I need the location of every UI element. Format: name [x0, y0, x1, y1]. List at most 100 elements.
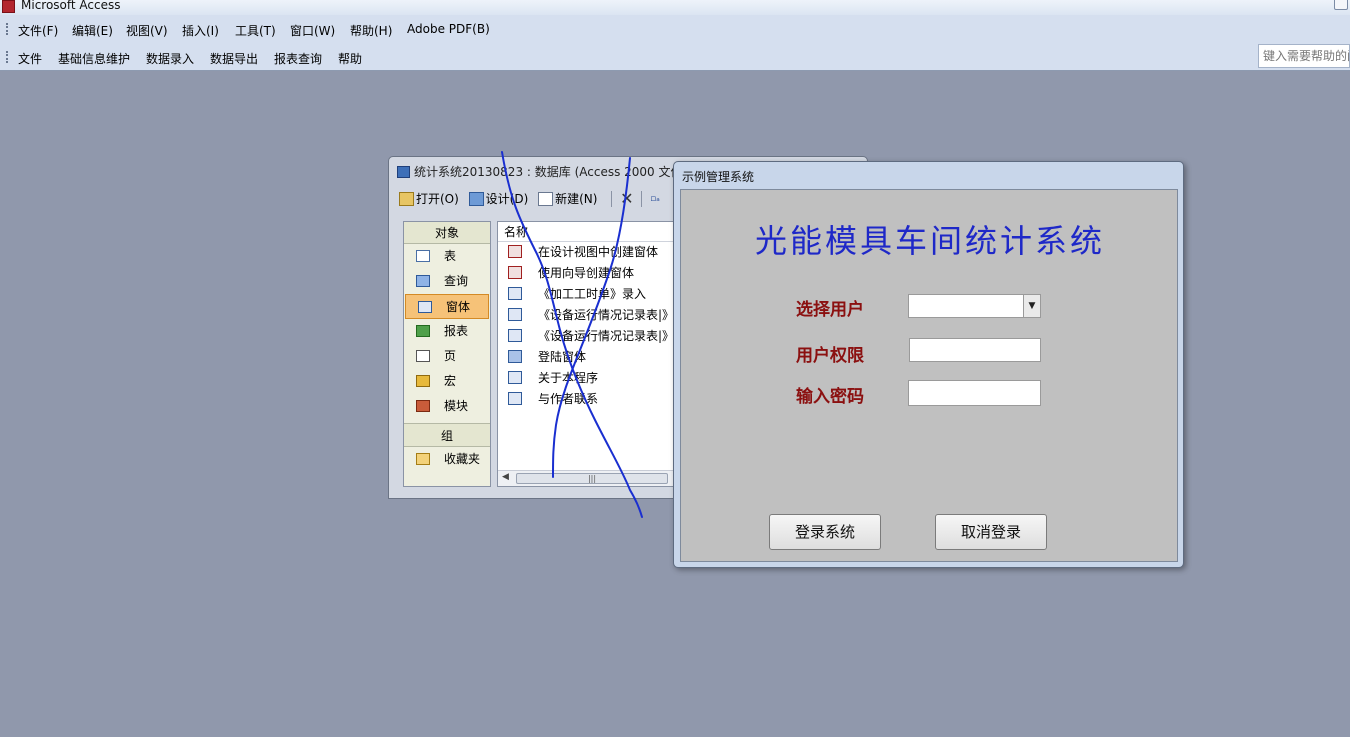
cancel-login-button[interactable]: 取消登录 [935, 514, 1047, 550]
new-button-label: 新建(N) [555, 192, 598, 206]
objects-panel: 对象 表 查询 窗体 报表 页 宏 模块 组 收藏夹 [403, 221, 491, 487]
list-item-label: 《设备运行情况记录表|》录 [538, 329, 687, 343]
login-dialog: 示例管理系统 光能模具车间统计系统 选择用户 ▼ 用户权限 输入密码 登录系统 … [673, 161, 1184, 568]
list-item[interactable]: 在设计视图中创建窗体 [498, 242, 696, 263]
menu-window[interactable]: 窗口(W) [290, 22, 335, 39]
table-icon [416, 250, 430, 262]
objects-header[interactable]: 对象 [404, 222, 490, 244]
object-item-label: 报表 [444, 324, 469, 338]
database-window-title: 统计系统20130823 : 数据库 (Access 2000 文件 [397, 163, 683, 181]
list-header-name[interactable]: 名称 [498, 222, 696, 242]
menu-adobe-pdf[interactable]: Adobe PDF(B) [407, 22, 490, 36]
menu-edit[interactable]: 编辑(E) [72, 22, 113, 39]
horizontal-scrollbar[interactable]: ◀ ||| [498, 470, 696, 486]
open-button-label: 打开(O) [416, 192, 459, 206]
open-button[interactable]: 打开(O) [399, 190, 459, 207]
menu-view[interactable]: 视图(V) [126, 22, 168, 39]
list-item[interactable]: 《加工工时单》录入 [498, 284, 696, 305]
list-item-label: 使用向导创建窗体 [538, 266, 635, 280]
object-item-label: 页 [444, 349, 457, 363]
login-dialog-body: 光能模具车间统计系统 选择用户 ▼ 用户权限 输入密码 登录系统 取消登录 [680, 189, 1178, 562]
object-item-module[interactable]: 模块 [404, 394, 490, 419]
delete-icon[interactable]: ✕ [620, 189, 633, 208]
database-toolbar: 打开(O) 设计(D) 新建(N) ✕ ▫ₐ [399, 189, 666, 213]
window-control-button[interactable] [1334, 0, 1348, 10]
menu-tools[interactable]: 工具(T) [235, 22, 276, 39]
login-dialog-title: 示例管理系统 [682, 170, 755, 184]
form-icon [508, 329, 522, 342]
object-item-macro[interactable]: 宏 [404, 369, 490, 394]
login-button[interactable]: 登录系统 [769, 514, 881, 550]
toolbar-grip[interactable] [6, 23, 8, 35]
custom-menu-bar: 文件 基础信息维护 数据录入 数据导出 报表查询 帮助 [0, 43, 1350, 71]
object-item-query[interactable]: 查询 [404, 269, 490, 294]
report-icon [416, 325, 430, 337]
custom-menu-basic-info[interactable]: 基础信息维护 [58, 50, 130, 67]
app-title: Microsoft Access [21, 0, 121, 12]
form-icon [508, 287, 522, 300]
scrollbar-thumb[interactable]: ||| [516, 473, 668, 484]
form-icon [418, 301, 432, 313]
list-item[interactable]: 《设备运行情况记录表|》录 [498, 326, 696, 347]
database-window-title-text: 统计系统20130823 : 数据库 (Access 2000 文件 [414, 165, 683, 179]
list-item-label: 与作者联系 [538, 392, 599, 406]
new-icon [538, 192, 554, 206]
access-app-icon [2, 0, 15, 13]
object-item-label: 查询 [444, 274, 469, 288]
forms-list: 名称 在设计视图中创建窗体 使用向导创建窗体 《加工工时单》录入 《设备运行情况… [497, 221, 697, 487]
custom-menu-report-query[interactable]: 报表查询 [274, 50, 322, 67]
object-item-label: 窗体 [446, 300, 471, 314]
object-item-page[interactable]: 页 [404, 344, 490, 369]
new-button[interactable]: 新建(N) [538, 190, 597, 207]
scroll-left-icon[interactable]: ◀ [502, 472, 509, 482]
list-item[interactable]: 使用向导创建窗体 [498, 263, 696, 284]
toolbar-separator [611, 190, 613, 207]
permission-field[interactable] [909, 338, 1041, 362]
page-icon [416, 350, 430, 362]
custom-menu-data-entry[interactable]: 数据录入 [146, 50, 194, 67]
list-item-label: 《设备运行情况记录表|》录 [538, 308, 687, 322]
design-button-label: 设计(D) [485, 192, 529, 206]
list-item[interactable]: 《设备运行情况记录表|》录 [498, 305, 696, 326]
form-icon [508, 392, 522, 405]
toolbar-separator [641, 190, 643, 207]
object-item-label: 模块 [444, 399, 469, 413]
favorites-icon [416, 453, 430, 465]
list-item[interactable]: 关于本程序 [498, 368, 696, 389]
object-item-report[interactable]: 报表 [404, 319, 490, 344]
object-item-label: 表 [444, 249, 457, 263]
list-item-label: 《加工工时单》录入 [538, 287, 647, 301]
object-item-table[interactable]: 表 [404, 244, 490, 269]
select-user-label: 选择用户 [796, 300, 864, 320]
main-menu-bar: 文件(F) 编辑(E) 视图(V) 插入(I) 工具(T) 窗口(W) 帮助(H… [0, 15, 1350, 43]
create-form-icon [508, 245, 522, 258]
object-item-favorites[interactable]: 收藏夹 [404, 447, 490, 472]
custom-menu-data-export[interactable]: 数据导出 [210, 50, 258, 67]
menu-file[interactable]: 文件(F) [18, 22, 58, 39]
chevron-down-icon[interactable]: ▼ [1023, 295, 1040, 317]
object-item-label: 宏 [444, 374, 457, 388]
groups-header[interactable]: 组 [404, 423, 490, 447]
form-wizard-icon [508, 266, 522, 279]
help-search-input[interactable]: 键入需要帮助的问 [1258, 44, 1350, 68]
menu-help[interactable]: 帮助(H) [350, 22, 392, 39]
custom-menu-help[interactable]: 帮助 [338, 50, 362, 67]
select-user-dropdown[interactable]: ▼ [908, 294, 1041, 318]
custom-menu-file[interactable]: 文件 [18, 50, 42, 67]
macro-icon [416, 375, 430, 387]
database-icon [397, 166, 410, 178]
query-icon [416, 275, 430, 287]
design-button[interactable]: 设计(D) [468, 190, 529, 207]
module-icon [416, 400, 430, 412]
menu-insert[interactable]: 插入(I) [182, 22, 219, 39]
toolbar-grip[interactable] [6, 51, 8, 63]
system-heading: 光能模具车间统计系统 [754, 222, 1105, 260]
password-input[interactable] [908, 380, 1041, 406]
list-item[interactable]: 登陆窗体 [498, 347, 696, 368]
list-item-label: 关于本程序 [538, 371, 599, 385]
object-item-form[interactable]: 窗体 [405, 294, 489, 319]
large-icons-icon[interactable]: ▫ₐ [650, 194, 660, 204]
app-titlebar: Microsoft Access [0, 0, 1350, 15]
list-item-label: 登陆窗体 [538, 350, 587, 364]
list-item[interactable]: 与作者联系 [498, 389, 696, 410]
